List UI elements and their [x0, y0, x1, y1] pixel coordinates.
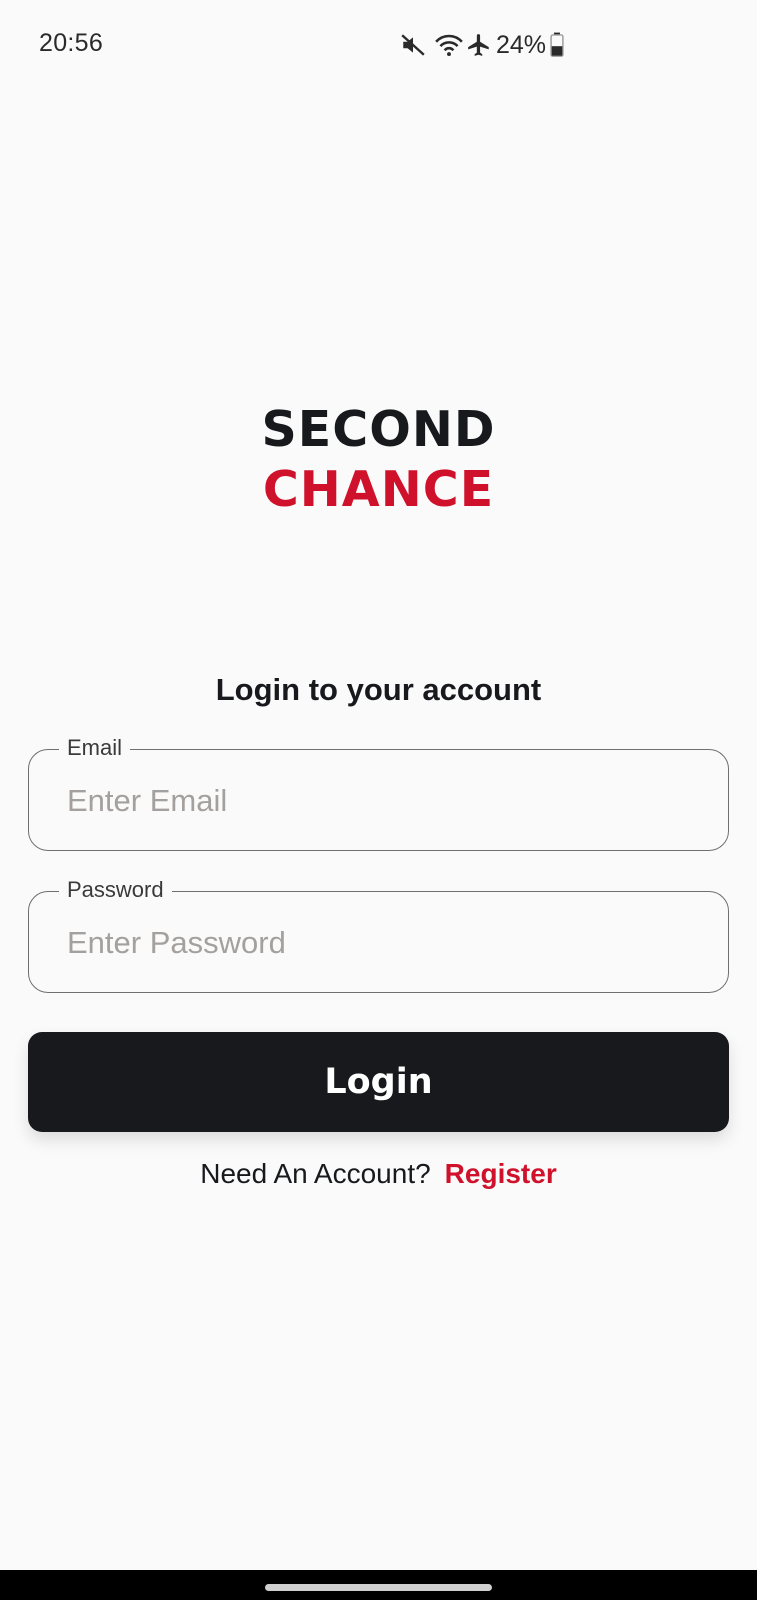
password-field: Password [28, 876, 729, 994]
status-time: 20:56 [39, 29, 104, 57]
register-row: Need An Account? Register [0, 1158, 757, 1190]
status-icons: 24% [400, 30, 565, 60]
logo-line-second: SECOND [261, 401, 496, 458]
airplane-icon [466, 32, 492, 58]
wifi-icon [434, 32, 464, 58]
email-field: Email [28, 734, 729, 852]
battery-icon [549, 32, 565, 58]
app-logo: SECOND CHANCE [0, 400, 757, 520]
form-heading: Login to your account [215, 672, 542, 707]
password-input[interactable] [65, 892, 689, 994]
status-bar: 20:56 24% [0, 0, 757, 92]
battery-percent: 24% [496, 30, 547, 59]
home-gesture-handle[interactable] [265, 1584, 492, 1591]
mute-icon [400, 32, 426, 58]
logo-line-chance: CHANCE [262, 461, 495, 518]
navigation-bar [0, 1570, 757, 1600]
register-link[interactable]: Register [445, 1158, 557, 1189]
login-button[interactable]: Login [28, 1032, 729, 1132]
email-input[interactable] [65, 750, 689, 852]
register-prompt: Need An Account? [200, 1158, 431, 1189]
